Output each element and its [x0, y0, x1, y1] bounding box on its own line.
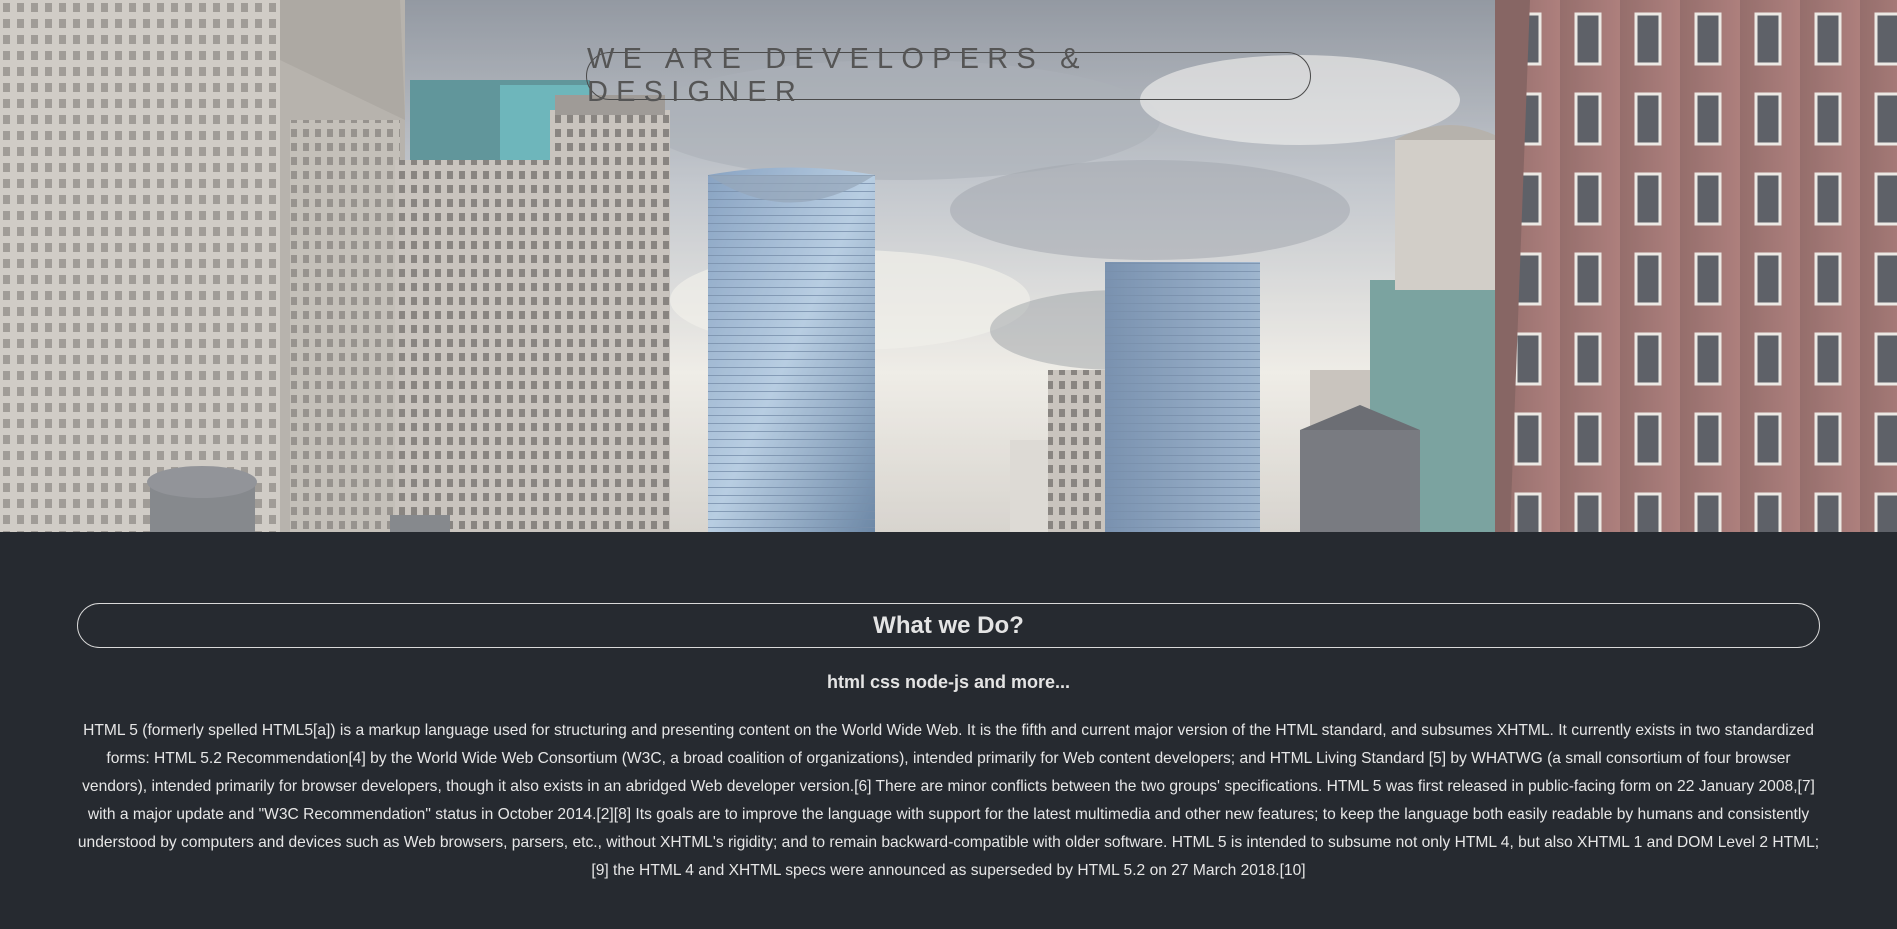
what-we-do-section: What we Do? html css node-js and more...… — [0, 532, 1897, 929]
section-heading: What we Do? — [77, 603, 1820, 648]
hero-banner: WE ARE DEVELOPERS & DESIGNER — [0, 0, 1897, 532]
hero-title: WE ARE DEVELOPERS & DESIGNER — [586, 43, 1311, 108]
section-subheading: html css node-js and more... — [826, 672, 1071, 692]
section-paragraph: HTML 5 (formerly spelled HTML5[a]) is a … — [77, 722, 1820, 879]
